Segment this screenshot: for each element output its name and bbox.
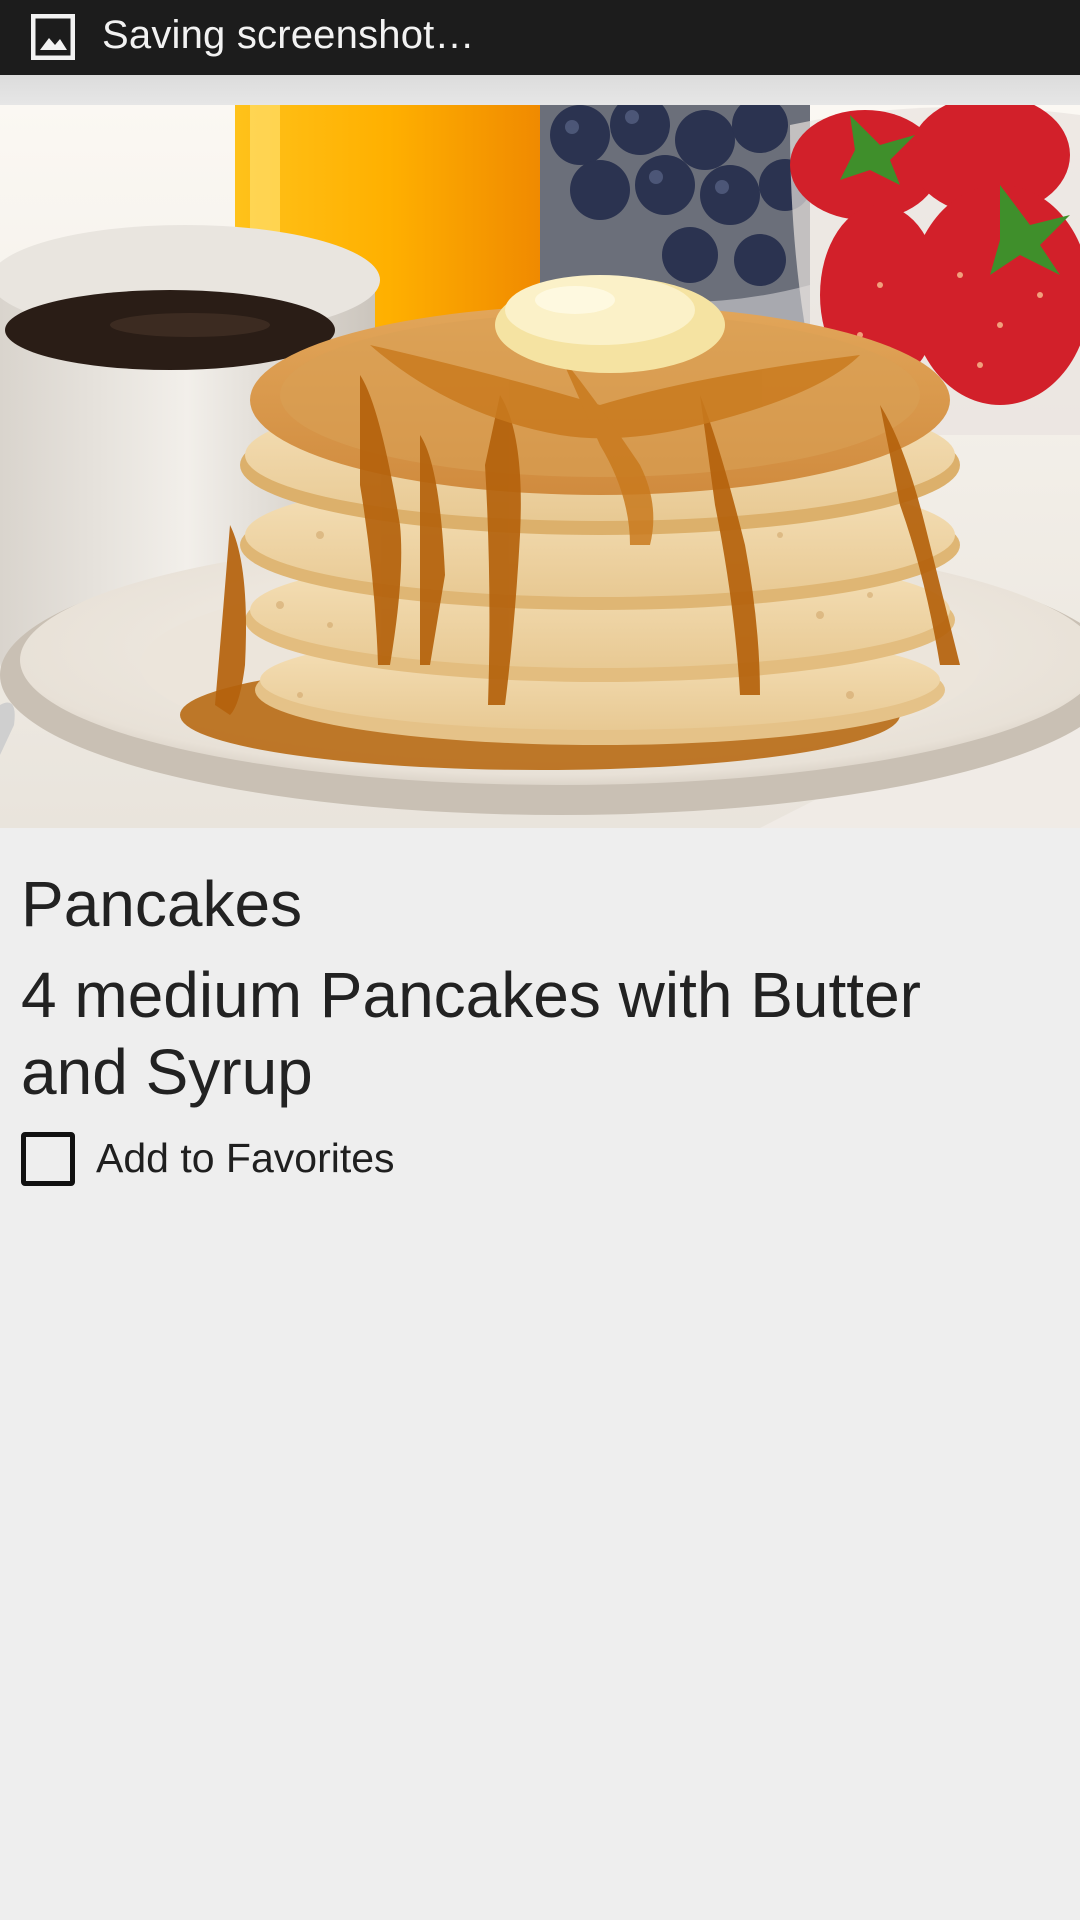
toolbar-shadow <box>0 75 1080 105</box>
food-image[interactable] <box>0 105 1080 828</box>
favorites-label[interactable]: Add to Favorites <box>96 1135 395 1182</box>
item-title: Pancakes <box>21 868 303 940</box>
image-icon <box>31 14 75 60</box>
add-to-favorites-row[interactable]: Add to Favorites <box>21 1131 395 1186</box>
status-bar: Saving screenshot… <box>0 0 1080 75</box>
pancakes-illustration <box>0 105 1080 828</box>
item-description: 4 medium Pancakes with Butter and Syrup <box>21 959 921 1108</box>
status-notification-text: Saving screenshot… <box>102 13 475 57</box>
favorites-checkbox[interactable] <box>21 1131 75 1186</box>
